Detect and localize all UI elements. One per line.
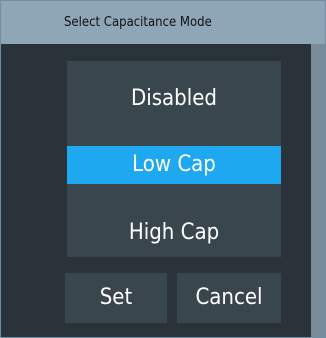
scrollbar-track bbox=[311, 44, 325, 337]
capacitance-mode-dialog: Select Capacitance Mode Disabled Low Cap… bbox=[0, 0, 326, 338]
option-disabled[interactable]: Disabled bbox=[67, 79, 281, 119]
mode-option-list: Disabled Low Cap High Cap bbox=[67, 61, 281, 257]
dialog-title: Select Capacitance Mode bbox=[1, 1, 325, 44]
cancel-button[interactable]: Cancel bbox=[177, 273, 281, 323]
dialog-content: Disabled Low Cap High Cap Set Cancel bbox=[1, 44, 311, 337]
option-high-cap[interactable]: High Cap bbox=[67, 213, 281, 253]
set-button[interactable]: Set bbox=[65, 273, 167, 323]
option-low-cap[interactable]: Low Cap bbox=[67, 146, 281, 184]
